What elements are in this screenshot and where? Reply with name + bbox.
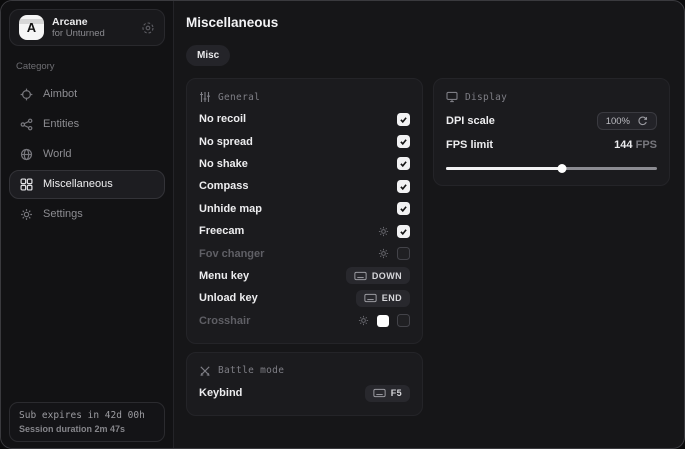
fps-slider-thumb[interactable] — [558, 164, 567, 173]
row-label: Fov changer — [199, 248, 264, 260]
general-panel: General No recoil No spread No shake — [186, 78, 423, 344]
fov-changer-checkbox[interactable] — [397, 247, 410, 260]
globe-icon — [20, 148, 33, 161]
keyboard-icon — [373, 388, 386, 398]
tab-misc[interactable]: Misc — [186, 45, 230, 66]
row-label: No spread — [199, 136, 253, 148]
page-title: Miscellaneous — [186, 15, 670, 30]
row-label: DPI scale — [446, 115, 495, 127]
sidebar-item-settings[interactable]: Settings — [9, 200, 165, 229]
fov-settings-gear-icon[interactable] — [378, 248, 389, 259]
brand-subtitle: for Unturned — [52, 28, 105, 39]
keybind-value: DOWN — [372, 271, 402, 281]
sub-expiry-text: Sub expires in 42d 00h — [19, 410, 155, 421]
row-compass: Compass — [199, 175, 410, 197]
row-label: No recoil — [199, 113, 246, 125]
fps-unit: FPS — [636, 139, 657, 151]
sidebar-item-aimbot[interactable]: Aimbot — [9, 80, 165, 109]
sidebar-item-miscellaneous[interactable]: Miscellaneous — [9, 170, 165, 199]
main-content: Miscellaneous Misc General — [174, 1, 684, 448]
keybind-value: F5 — [391, 388, 402, 398]
entities-icon — [20, 118, 33, 131]
fps-slider-fill — [446, 167, 562, 170]
no-spread-checkbox[interactable] — [397, 135, 410, 148]
sidebar-item-label: Aimbot — [43, 88, 77, 100]
row-label: Crosshair — [199, 315, 250, 327]
crosshair-icon — [20, 88, 33, 101]
sidebar-item-world[interactable]: World — [9, 140, 165, 169]
row-label: Unhide map — [199, 203, 262, 215]
sidebar: A Arcane for Unturned Category Aimbot — [1, 1, 174, 448]
row-no-shake: No shake — [199, 153, 410, 175]
sidebar-item-label: Settings — [43, 208, 83, 220]
row-label: FPS limit — [446, 139, 493, 151]
sidebar-item-label: World — [43, 148, 72, 160]
dpi-scale-control[interactable]: 100% — [597, 112, 657, 130]
crosshair-color-swatch[interactable] — [377, 315, 389, 327]
menu-keybind-button[interactable]: DOWN — [346, 267, 410, 284]
battle-mode-panel: Battle mode Keybind F5 — [186, 352, 423, 416]
display-panel: Display DPI scale 100% — [433, 78, 670, 186]
row-fps-limit: FPS limit 144 FPS — [446, 134, 657, 156]
keyboard-icon — [354, 271, 367, 281]
sliders-icon — [199, 91, 211, 103]
sidebar-nav: Aimbot Entities World — [9, 79, 165, 229]
crosshair-settings-gear-icon[interactable] — [358, 315, 369, 326]
no-recoil-checkbox[interactable] — [397, 113, 410, 126]
profile-card[interactable]: A Arcane for Unturned — [9, 9, 165, 46]
sync-icon[interactable] — [141, 21, 155, 35]
row-dpi-scale: DPI scale 100% — [446, 108, 657, 134]
row-crosshair: Crosshair — [199, 310, 410, 332]
fps-slider[interactable] — [446, 162, 657, 174]
swords-icon — [199, 365, 211, 377]
fps-value: 144 — [614, 139, 632, 151]
row-menu-key: Menu key DOWN — [199, 265, 410, 287]
compass-checkbox[interactable] — [397, 180, 410, 193]
category-label: Category — [16, 61, 158, 72]
keyboard-icon — [364, 293, 377, 303]
panel-title: Battle mode — [218, 365, 284, 376]
row-label: Freecam — [199, 225, 244, 237]
panel-title: General — [218, 92, 260, 103]
row-freecam: Freecam — [199, 220, 410, 242]
unhide-map-checkbox[interactable] — [397, 202, 410, 215]
unload-keybind-button[interactable]: END — [356, 290, 410, 307]
keybind-value: END — [382, 293, 402, 303]
row-unload-key: Unload key END — [199, 287, 410, 309]
row-fov-changer: Fov changer — [199, 242, 410, 264]
row-no-recoil: No recoil — [199, 108, 410, 130]
freecam-settings-gear-icon[interactable] — [378, 226, 389, 237]
row-label: Menu key — [199, 270, 249, 282]
freecam-checkbox[interactable] — [397, 225, 410, 238]
panel-title: Display — [465, 92, 507, 103]
crosshair-checkbox[interactable] — [397, 314, 410, 327]
sidebar-item-label: Miscellaneous — [43, 178, 113, 190]
row-label: Unload key — [199, 292, 258, 304]
sidebar-item-label: Entities — [43, 118, 79, 130]
row-unhide-map: Unhide map — [199, 198, 410, 220]
app-window: A Arcane for Unturned Category Aimbot — [0, 0, 685, 449]
reset-icon[interactable] — [637, 116, 648, 127]
brand-title: Arcane — [52, 16, 105, 29]
subscription-info: Sub expires in 42d 00h Session duration … — [9, 402, 165, 442]
gear-icon — [20, 208, 33, 221]
sidebar-item-entities[interactable]: Entities — [9, 110, 165, 139]
no-shake-checkbox[interactable] — [397, 157, 410, 170]
row-label: Keybind — [199, 387, 242, 399]
session-duration-text: Session duration 2m 47s — [19, 424, 155, 434]
row-battle-keybind: Keybind F5 — [199, 382, 410, 404]
monitor-icon — [446, 91, 458, 103]
row-label: Compass — [199, 180, 249, 192]
row-label: No shake — [199, 158, 248, 170]
battle-keybind-button[interactable]: F5 — [365, 385, 410, 402]
grid-icon — [20, 178, 33, 191]
row-no-spread: No spread — [199, 130, 410, 152]
avatar: A — [19, 15, 44, 40]
dpi-value: 100% — [606, 116, 630, 127]
